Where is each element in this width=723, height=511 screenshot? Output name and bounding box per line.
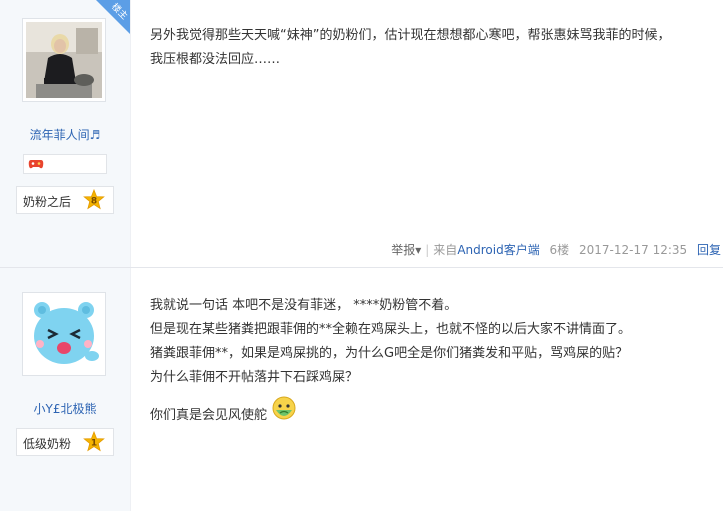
avatar[interactable] [22,18,106,102]
level-star-icon: 8 [83,189,105,210]
author-sidebar: 小Y£北极熊 低级奶粉 1 [0,268,131,511]
fan-level-label: 低级奶粉 [23,437,72,451]
content-line-with-emoji: 你们真是会见风使舵 [150,396,710,428]
content-text: 你们真是会见风使舵 [150,408,268,423]
content-line: 另外我觉得那些天天喊“妹神”的奶粉们，估计现在想想都心寒吧，帮张惠妹骂我菲的时候… [150,28,671,43]
content-line: 我就说一句话 本吧不是没有菲迷， ****奶粉管不着。 [150,298,458,313]
fan-level-badge[interactable]: 低级奶粉 1 [16,428,114,456]
level-number: 8 [91,197,97,207]
sick-face-emoji-icon [272,396,296,420]
client-source-link[interactable]: Android客户端 [457,243,539,257]
post-tail: 举报▾ | 来自Android客户端 6楼 2017-12-17 12:35 回复 [391,243,721,257]
content-line: 为什么菲佣不开帖落井下石踩鸡屎？ [150,370,359,385]
level-number: 1 [91,439,97,449]
avatar-cartoon [26,296,102,372]
fan-level-label: 奶粉之后 [23,195,72,209]
source-prefix: 来自 [433,243,458,257]
avatar[interactable] [22,292,106,376]
fan-level-badge[interactable]: 奶粉之后 8 [16,186,114,214]
thread-starter-tag: 楼主 [96,0,130,34]
avatar-photo [26,22,102,98]
caret-down-icon: ▾ [415,243,422,257]
author-name[interactable]: 流年菲人间♬ [0,126,130,143]
floor-number: 6楼 [549,243,570,257]
level-star-icon: 1 [83,431,105,452]
post-content: 我就说一句话 本吧不是没有菲迷， ****奶粉管不着。 但是现在某些猪粪把跟菲佣… [150,294,710,428]
post-time: 2017-12-17 12:35 [579,243,688,257]
reply-link[interactable]: 回复 [697,243,721,257]
content-line: 我压根都没法回应…… [150,52,281,67]
author-sidebar: 流年菲人间♬ 奶粉之后 8 楼主 [0,0,131,267]
author-name[interactable]: 小Y£北极熊 [0,400,130,417]
content-line: 但是现在某些猪粪把跟菲佣的**全赖在鸡屎头上，也就不怪的以后大家不讲情面了。 [150,322,632,337]
post-floor-7: 小Y£北极熊 低级奶粉 1 我就说一句话 本吧不是没有菲迷， ****奶粉管不着… [0,268,723,511]
post-content: 另外我觉得那些天天喊“妹神”的奶粉们，估计现在想想都心寒吧，帮张惠妹骂我菲的时候… [150,24,710,72]
content-line: 猪粪跟菲佣**，如果是鸡屎挑的，为什么G吧全是你们猪粪发和平贴，骂鸡屎的贴？ [150,346,629,361]
post-floor-6: 流年菲人间♬ 奶粉之后 8 楼主 另外我觉得那些天天喊“妹神”的奶粉们，估计现在… [0,0,723,267]
author-icons [23,154,107,174]
report-link[interactable]: 举报▾ [391,243,421,257]
game-icon[interactable] [28,157,44,171]
